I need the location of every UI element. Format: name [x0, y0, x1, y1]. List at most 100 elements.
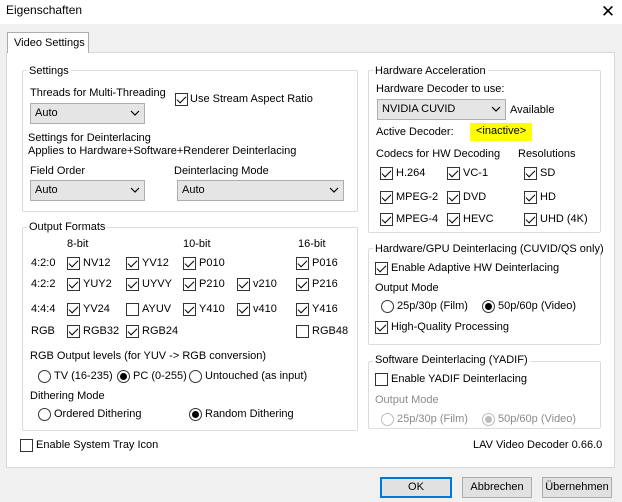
hw-decoder-select[interactable]: NVIDIA CUVID [377, 99, 506, 120]
codec-dvd-label: DVD [463, 191, 487, 203]
systray-checkbox[interactable] [20, 439, 33, 452]
row-label-420: 4:2:0 [31, 257, 56, 269]
yv24-label: YV24 [83, 303, 110, 315]
ayuv-checkbox[interactable] [126, 303, 139, 316]
y410-checkbox[interactable] [183, 303, 196, 316]
close-icon[interactable]: ✕ [594, 0, 622, 24]
systray-label: Enable System Tray Icon [36, 439, 159, 451]
rgb32-checkbox[interactable] [67, 325, 80, 338]
p210-label: P210 [199, 278, 225, 290]
yv12-label: YV12 [142, 257, 169, 269]
p010-checkbox[interactable] [183, 257, 196, 270]
rgb48-checkbox[interactable] [296, 325, 309, 338]
random-dithering-label: Random Dithering [205, 408, 294, 420]
res-uhd-label: UHD (4K) [540, 213, 588, 225]
hw-decoder-status: Available [510, 104, 555, 116]
ok-button[interactable]: OK [380, 477, 452, 498]
codec-mpeg2-checkbox[interactable] [380, 191, 393, 204]
stream-aspect-checkbox[interactable] [175, 93, 188, 106]
v210-checkbox[interactable] [237, 278, 250, 291]
res-sd-checkbox[interactable] [524, 167, 537, 180]
p016-label: P016 [312, 257, 338, 269]
codec-dvd-checkbox[interactable] [447, 191, 460, 204]
field-order-select-value: Auto [35, 184, 58, 196]
hw-film-label: 25p/30p (Film) [397, 300, 468, 312]
chevron-down-icon [130, 187, 140, 193]
v210-label: v210 [253, 278, 277, 290]
y416-checkbox[interactable] [296, 303, 309, 316]
v410-label: v410 [253, 303, 277, 315]
col-header-16bit: 16-bit [298, 238, 326, 250]
codec-h264-checkbox[interactable] [380, 167, 393, 180]
deint-mode-label: Deinterlacing Mode [174, 165, 269, 177]
ordered-dithering-label: Ordered Dithering [54, 408, 142, 420]
codec-mpeg2-label: MPEG-2 [396, 191, 439, 203]
uyvy-checkbox[interactable] [126, 278, 139, 291]
p010-label: P010 [199, 257, 225, 269]
deinterlacing-subtitle: Applies to Hardware+Software+Renderer De… [28, 145, 297, 157]
resolutions-label: Resolutions [518, 148, 576, 160]
rgb-level-tv-radio[interactable] [38, 370, 51, 383]
hw-video-label: 50p/60p (Video) [498, 300, 577, 312]
ordered-dithering-radio[interactable] [38, 408, 51, 421]
uyvy-label: UYVY [142, 278, 172, 290]
hw-video-radio[interactable] [482, 300, 495, 313]
tab-video-settings[interactable]: Video Settings [7, 32, 89, 53]
row-label-422: 4:2:2 [31, 278, 56, 290]
res-hd-label: HD [540, 191, 556, 203]
rgb-level-pc-radio[interactable] [117, 370, 130, 383]
rgb-levels-label: RGB Output levels (for YUV -> RGB conver… [30, 350, 267, 362]
apply-button[interactable]: Übernehmen [542, 477, 612, 498]
nv12-checkbox[interactable] [67, 257, 80, 270]
row-label-rgb: RGB [31, 325, 55, 337]
res-sd-label: SD [540, 167, 556, 179]
chevron-down-icon [491, 106, 501, 112]
yadif-checkbox[interactable] [375, 373, 388, 386]
v410-checkbox[interactable] [237, 303, 250, 316]
yadif-label: Enable YADIF Deinterlacing [391, 373, 527, 385]
nv12-label: NV12 [83, 257, 111, 269]
adaptive-deint-checkbox[interactable] [375, 262, 388, 275]
cancel-button[interactable]: Abbrechen [462, 477, 532, 498]
hw-film-radio[interactable] [381, 300, 394, 313]
hq-processing-checkbox[interactable] [375, 321, 388, 334]
rgb-level-pc-label: PC (0-255) [133, 370, 187, 382]
codec-hevc-label: HEVC [463, 213, 494, 225]
p210-checkbox[interactable] [183, 278, 196, 291]
codec-hevc-checkbox[interactable] [447, 213, 460, 226]
yuy2-checkbox[interactable] [67, 278, 80, 291]
codec-vc1-label: VC-1 [463, 167, 489, 179]
rgb24-checkbox[interactable] [126, 325, 139, 338]
adaptive-deint-label: Enable Adaptive HW Deinterlacing [391, 262, 560, 274]
threads-select-value: Auto [35, 107, 58, 119]
threads-select[interactable]: Auto [30, 103, 145, 124]
col-header-10bit: 10-bit [183, 238, 211, 250]
title-bar [0, 0, 622, 24]
sw-film-radio[interactable] [381, 413, 394, 426]
p016-checkbox[interactable] [296, 257, 309, 270]
sw-deint-title: Software Deinterlacing (YADIF) [373, 354, 530, 366]
rgb48-label: RGB48 [312, 325, 349, 337]
yuy2-label: YUY2 [83, 278, 112, 290]
yv12-checkbox[interactable] [126, 257, 139, 270]
rgb-level-untouched-label: Untouched (as input) [205, 370, 308, 382]
res-uhd-checkbox[interactable] [524, 213, 537, 226]
hw-decoder-label: Hardware Decoder to use: [376, 83, 505, 95]
codec-mpeg4-checkbox[interactable] [380, 213, 393, 226]
p216-checkbox[interactable] [296, 278, 309, 291]
deint-mode-select-value: Auto [182, 184, 205, 196]
codec-vc1-checkbox[interactable] [447, 167, 460, 180]
rgb-level-untouched-radio[interactable] [189, 370, 202, 383]
yv24-checkbox[interactable] [67, 303, 80, 316]
ayuv-label: AYUV [142, 303, 172, 315]
p216-label: P216 [312, 278, 338, 290]
res-hd-checkbox[interactable] [524, 191, 537, 204]
sw-video-radio[interactable] [482, 413, 495, 426]
sw-video-label: 50p/60p (Video) [498, 413, 577, 425]
dithering-label: Dithering Mode [30, 390, 105, 402]
random-dithering-radio[interactable] [189, 408, 202, 421]
field-order-select[interactable]: Auto [30, 180, 145, 201]
deint-mode-select[interactable]: Auto [177, 180, 344, 201]
rgb32-label: RGB32 [83, 325, 120, 337]
hw-output-mode-label: Output Mode [375, 282, 439, 294]
